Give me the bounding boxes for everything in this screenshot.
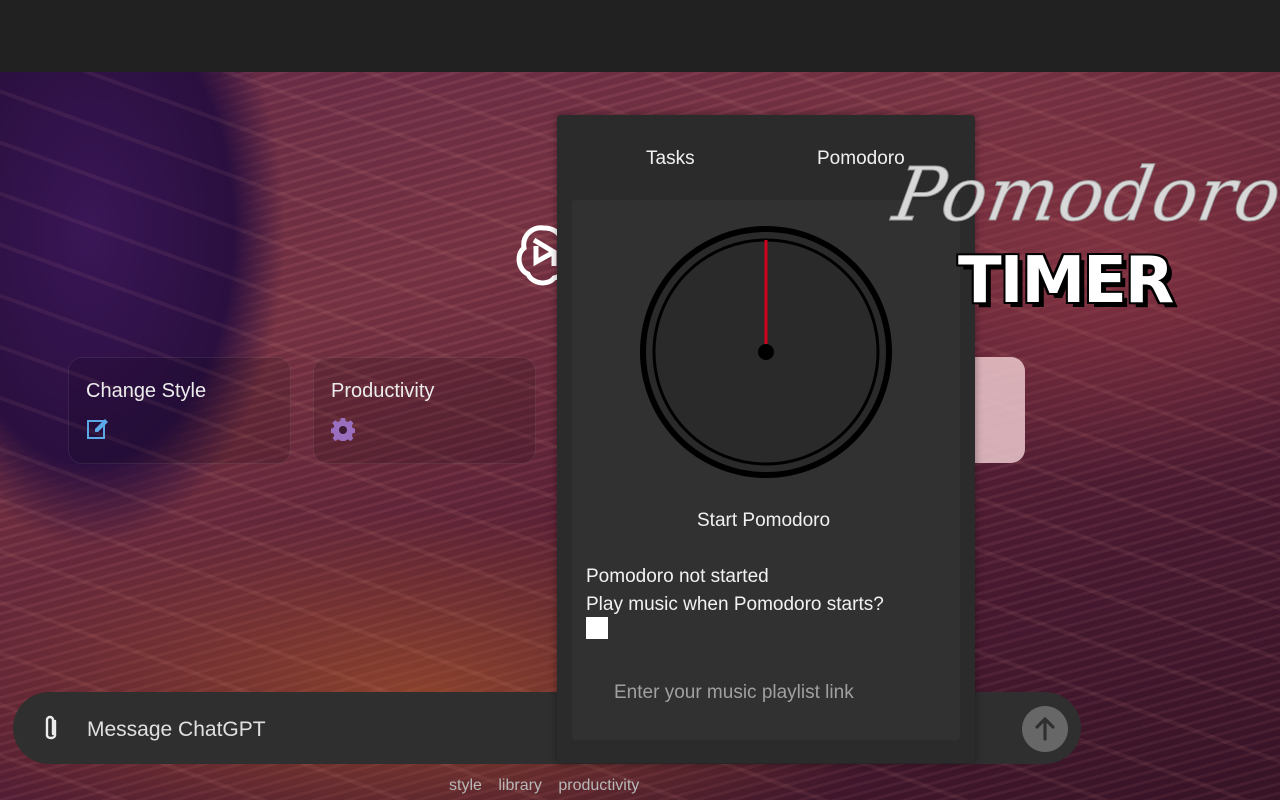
productivity-title: Productivity <box>331 380 435 402</box>
gear-icon <box>331 418 355 441</box>
change-style-title: Change Style <box>86 380 207 402</box>
playlist-link-input[interactable] <box>600 678 956 708</box>
footer-link-library[interactable]: library <box>498 777 542 794</box>
top-bar <box>0 0 1280 72</box>
clock-center <box>758 344 774 360</box>
footer-link-productivity[interactable]: productivity <box>558 777 639 794</box>
tab-tasks[interactable]: Tasks <box>646 148 695 170</box>
arrow-up-icon <box>1035 717 1055 741</box>
edit-icon <box>87 419 108 439</box>
pomodoro-clock <box>640 226 892 478</box>
brand-script-title: Pomodoro <box>887 152 1280 239</box>
start-pomodoro-button[interactable]: Start Pomodoro <box>697 510 830 532</box>
message-input[interactable] <box>85 715 549 745</box>
change-style-card[interactable]: Change Style <box>68 357 291 464</box>
footer-links: style library productivity <box>449 777 651 795</box>
send-button[interactable] <box>1022 706 1068 752</box>
play-music-checkbox[interactable] <box>586 617 608 639</box>
brand-timer-title: TIMER <box>958 244 1174 318</box>
music-question-label: Play music when Pomodoro starts? <box>586 594 884 615</box>
footer-link-style[interactable]: style <box>449 777 482 794</box>
paperclip-icon[interactable] <box>37 714 65 744</box>
productivity-card[interactable]: Productivity <box>313 357 536 464</box>
pomodoro-status: Pomodoro not started <box>586 566 769 587</box>
tab-pomodoro[interactable]: Pomodoro <box>817 148 905 170</box>
